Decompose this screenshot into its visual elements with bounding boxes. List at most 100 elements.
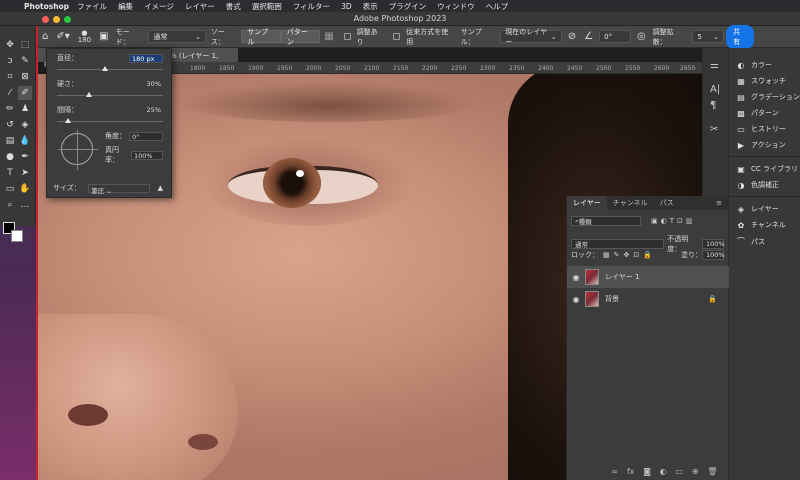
layer-row[interactable]: ◉ 背景 🔒 — [567, 288, 729, 310]
quick-select-tool-icon[interactable]: ✎ — [18, 54, 32, 68]
path-select-tool-icon[interactable]: ➤ — [18, 166, 32, 180]
pressure-size-icon[interactable]: ◎ — [637, 31, 646, 42]
blur-tool-icon[interactable]: 💧 — [18, 134, 32, 148]
tab-layers[interactable]: レイヤー — [567, 196, 607, 210]
dock-item-cc-libraries[interactable]: ▣ CC ライブラリ — [735, 164, 798, 174]
home-icon[interactable]: ⌂ — [42, 31, 48, 42]
share-button[interactable]: 共有 — [726, 24, 754, 49]
opacity-input[interactable]: 100% — [702, 239, 725, 249]
menu-help[interactable]: ヘルプ — [486, 1, 509, 12]
dock-item-actions[interactable]: ▶ アクション — [735, 140, 786, 150]
roundness-input[interactable]: 100% — [131, 150, 163, 160]
eraser-tool-icon[interactable]: ◈ — [18, 118, 32, 132]
pattern-picker-icon[interactable]: ▦ — [324, 31, 333, 42]
hand-tool-icon[interactable]: ✋ — [18, 182, 32, 196]
dock-item-paths[interactable]: ⌒ パス — [735, 236, 765, 247]
ignore-adjustment-icon[interactable]: ⊘ — [568, 31, 576, 42]
delete-layer-icon[interactable]: 🗑 — [707, 467, 717, 476]
brush-preset-picker[interactable]: ● 180 — [78, 29, 91, 44]
dock-item-patterns[interactable]: ▩ パターン — [735, 108, 778, 118]
shape-tool-icon[interactable]: ▭ — [3, 182, 17, 196]
layer-filter-icons[interactable]: ▣◐T⊡▥ — [651, 217, 695, 225]
gradient-tool-icon[interactable]: ▤ — [3, 134, 17, 148]
menu-image[interactable]: イメージ — [144, 1, 174, 12]
new-group-icon[interactable]: ▭ — [676, 467, 684, 476]
tab-paths[interactable]: パス — [654, 198, 680, 208]
crop-tool-icon[interactable]: ⌗ — [3, 70, 17, 84]
stamp-tool-icon[interactable]: ♟ — [18, 102, 32, 116]
diameter-slider-knob[interactable] — [101, 66, 108, 71]
layer-row[interactable]: ◉ レイヤー 1 — [567, 266, 729, 288]
menu-3d[interactable]: 3D — [341, 2, 352, 11]
menu-filter[interactable]: フィルター — [293, 1, 330, 12]
menu-view[interactable]: 表示 — [363, 1, 378, 12]
diffusion-select[interactable]: 5 ⌄ — [692, 30, 725, 43]
layer-style-icon[interactable]: fx — [627, 467, 635, 476]
angle-input[interactable]: 0° — [599, 30, 631, 43]
dock-item-gradients[interactable]: ▤ グラデーション — [735, 92, 800, 102]
diameter-input[interactable]: 180 px — [129, 53, 163, 63]
healing-brush-tool-icon[interactable]: ✐ — [18, 86, 32, 100]
panel-menu-icon[interactable]: ≡ — [710, 199, 728, 207]
character-icon[interactable]: A| — [710, 84, 720, 95]
source-sample-button[interactable]: サンプル — [241, 28, 281, 46]
sample-select[interactable]: 現在のレイヤー ⌄ — [500, 28, 562, 46]
layer-filter-select[interactable]: ⌕ 種類 — [571, 216, 641, 226]
link-layers-icon[interactable]: ∞ — [611, 467, 618, 476]
eyedropper-tool-icon[interactable]: ⁄ — [3, 86, 17, 100]
size-control-select[interactable]: 筆圧 ⌄ — [88, 183, 151, 195]
spacing-slider[interactable] — [57, 118, 163, 123]
visibility-eye-icon[interactable]: ◉ — [567, 273, 585, 282]
marquee-tool-icon[interactable]: ⬚ — [18, 38, 32, 52]
add-mask-icon[interactable]: ◙ — [643, 467, 651, 476]
dock-item-color[interactable]: ◐ カラー — [735, 60, 773, 70]
menu-type[interactable]: 書式 — [226, 1, 241, 12]
properties-icon[interactable]: ⚌ — [710, 60, 719, 71]
lasso-tool-icon[interactable]: ↄ — [3, 54, 17, 68]
type-tool-icon[interactable]: T — [3, 166, 17, 180]
spacing-value[interactable]: 25% — [129, 106, 163, 115]
frame-tool-icon[interactable]: ⊠ — [18, 70, 32, 84]
tab-channels[interactable]: チャンネル — [607, 198, 654, 208]
new-layer-icon[interactable]: ⊕ — [692, 467, 699, 476]
brush-angle-roundness-widget[interactable] — [58, 130, 98, 170]
angle-input[interactable]: 0° — [129, 131, 163, 141]
menu-layer[interactable]: レイヤー — [185, 1, 215, 12]
dock-item-swatches[interactable]: ▦ スウォッチ — [735, 76, 786, 86]
lock-icons[interactable]: ▦✎✥⊡🔒 — [603, 251, 656, 259]
source-pattern-button[interactable]: パターン — [280, 28, 321, 46]
menu-window[interactable]: ウィンドウ — [437, 1, 475, 12]
mode-select[interactable]: 通常 ⌄ — [148, 30, 206, 43]
healing-brush-preset-icon[interactable]: ✐▾ — [56, 31, 69, 42]
brush-settings-icon[interactable]: ▣ — [99, 31, 108, 42]
background-color-swatch[interactable] — [11, 230, 23, 242]
diameter-slider[interactable] — [57, 66, 163, 71]
dock-item-layers[interactable]: ◈ レイヤー — [735, 204, 779, 214]
dock-item-history[interactable]: ▭ ヒストリー — [735, 124, 786, 134]
adjustment-layer-icon[interactable]: ◐ — [660, 467, 667, 476]
brush-tool-icon[interactable]: ✏ — [3, 102, 17, 116]
hardness-value[interactable]: 30% — [129, 80, 163, 89]
more-tools-icon[interactable]: … — [18, 198, 32, 212]
legacy-checkbox[interactable] — [393, 33, 401, 40]
visibility-eye-icon[interactable]: ◉ — [567, 295, 585, 304]
move-tool-icon[interactable]: ✥ — [3, 38, 17, 52]
hardness-slider[interactable] — [57, 92, 163, 97]
paragraph-icon[interactable]: ¶ — [710, 100, 716, 111]
tools-icon[interactable]: ✂ — [710, 124, 718, 135]
menu-edit[interactable]: 編集 — [118, 1, 133, 12]
zoom-tool-icon[interactable]: ⌕ — [3, 198, 17, 212]
hardness-slider-knob[interactable] — [85, 92, 92, 97]
dock-item-adjustments[interactable]: ◑ 色調補正 — [735, 180, 780, 190]
pen-tool-icon[interactable]: ✒ — [18, 150, 32, 164]
dodge-tool-icon[interactable]: ● — [3, 150, 17, 164]
aligned-checkbox[interactable] — [343, 33, 351, 40]
dock-item-channels[interactable]: ✿ チャンネル — [735, 220, 786, 230]
menu-app-name[interactable]: Photoshop — [24, 2, 69, 11]
menu-file[interactable]: ファイル — [77, 1, 107, 12]
history-brush-tool-icon[interactable]: ↺ — [3, 118, 17, 132]
menu-plugins[interactable]: プラグイン — [389, 1, 427, 12]
menu-select[interactable]: 選択範囲 — [252, 1, 282, 12]
spacing-slider-knob[interactable] — [64, 118, 71, 123]
fill-input[interactable]: 100% — [702, 250, 725, 260]
